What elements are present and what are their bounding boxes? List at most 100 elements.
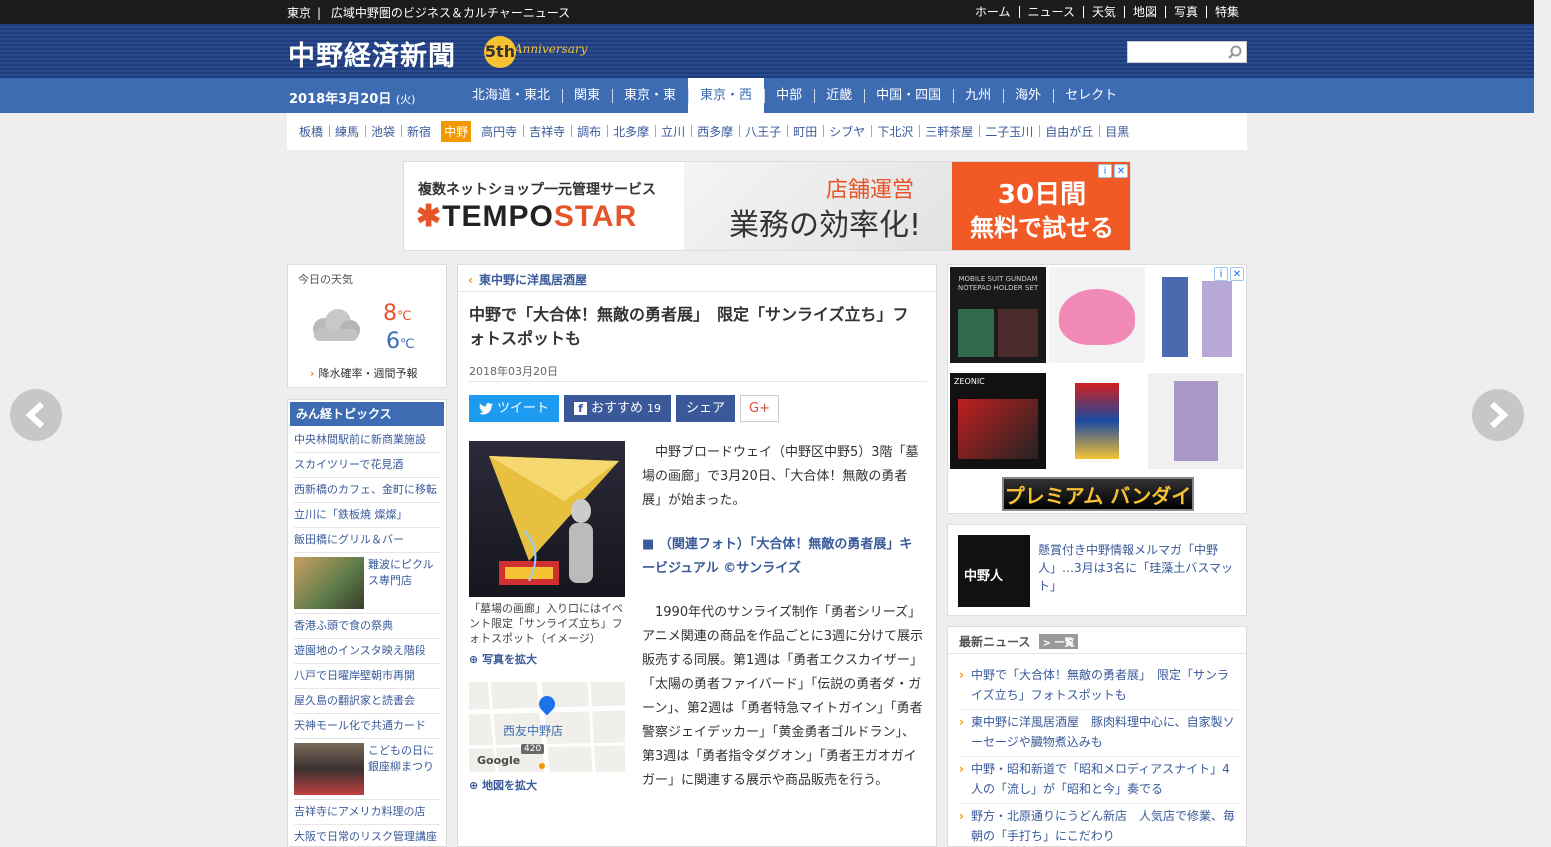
area-link[interactable]: 板橋: [293, 123, 329, 140]
article-map[interactable]: 西友中野店 420 Google: [469, 682, 625, 772]
area-link[interactable]: 町田: [787, 123, 823, 140]
search-input[interactable]: [1128, 42, 1226, 62]
news-item[interactable]: 中野・昭和新道で「昭和メロディアスナイト」4人の「流し」が「昭和と今」奏でる: [959, 757, 1239, 804]
topic-item[interactable]: 香港ふ頭で食の祭典: [294, 614, 440, 639]
region-tab[interactable]: 海外: [1003, 78, 1053, 113]
nav-home[interactable]: ホーム: [967, 6, 1019, 18]
camera-icon: ■: [642, 537, 655, 552]
area-link[interactable]: 八王子: [739, 123, 787, 140]
article-photo[interactable]: [469, 441, 625, 597]
zoom-photo-link[interactable]: ⊕ 写真を拡大: [469, 651, 537, 667]
topic-item[interactable]: 遊園地のインスタ映え階段: [294, 639, 440, 664]
region-tab[interactable]: 北海道・東北: [460, 78, 562, 113]
ad-brand: ✱TEMPOSTAR: [416, 199, 637, 234]
tweet-button[interactable]: ツイート: [469, 395, 560, 422]
adchoices-icon[interactable]: i: [1098, 164, 1112, 178]
news-item[interactable]: 東中野に洋風居酒屋 豚肉料理中心に、自家製ソーセージや臓物煮込みも: [959, 710, 1239, 757]
nav-map[interactable]: 地図: [1123, 6, 1165, 18]
product-image[interactable]: MOBILE SUIT GUNDAM NOTEPAD HOLDER SET: [950, 267, 1046, 363]
nav-news[interactable]: ニュース: [1018, 6, 1083, 18]
search-icon[interactable]: [1228, 45, 1242, 59]
ad-brand-b: STAR: [553, 200, 638, 233]
news-item[interactable]: 中野で「大合体！無敵の勇者展」 限定「サンライズ立ち」フォトスポットも: [959, 663, 1239, 710]
area-link[interactable]: シブヤ: [823, 123, 871, 140]
region-tab[interactable]: 中国・四国: [864, 78, 953, 113]
product-image[interactable]: [1049, 267, 1145, 363]
product-image[interactable]: [1148, 373, 1244, 469]
article-title: 中野で「大合体！無敵の勇者展」 限定「サンライズ立ち」フォトスポットも: [469, 305, 909, 348]
product-image[interactable]: [1049, 373, 1145, 469]
area-link[interactable]: 高円寺: [475, 123, 523, 140]
region-tab-active[interactable]: 東京・西: [688, 78, 765, 113]
nav-photo[interactable]: 写真: [1164, 6, 1206, 18]
region-bar: 2018年3月20日 (火) 北海道・東北 関東 東京・東 東京・西 中部 近畿…: [0, 78, 1534, 113]
top-bar: 東京 | 広域中野圏のビジネス＆カルチャーニュース ホーム ニュース 天気 地図 …: [0, 0, 1534, 24]
topic-item[interactable]: 中央林間駅前に新商業施設: [294, 428, 440, 453]
topic-item[interactable]: 飯田橋にグリル＆バー: [294, 528, 440, 553]
prev-article-link[interactable]: 東中野に洋風居酒屋: [468, 271, 587, 288]
region-tab[interactable]: 東京・東: [612, 78, 688, 113]
area-link[interactable]: 新宿: [401, 123, 437, 140]
prev-article-arrow[interactable]: [10, 389, 62, 441]
news-item[interactable]: 野方・北原通りにうどん新店 人気店で修業、毎朝の「手打ち」にこだわり: [959, 804, 1239, 846]
nav-weather[interactable]: 天気: [1082, 6, 1124, 18]
weather-forecast-link[interactable]: 降水確率・週間予報: [310, 365, 418, 381]
newsletter-text: 懸賞付き中野情報メルマガ「中野人」…3月は3名に「珪藻土バスマット」: [1038, 543, 1233, 593]
region-label: 東京: [287, 5, 312, 20]
topic-item[interactable]: 大阪で日常のリスク管理講座: [294, 825, 440, 846]
area-link[interactable]: 吉祥寺: [523, 123, 571, 140]
area-link[interactable]: 調布: [571, 123, 607, 140]
region-tab[interactable]: 九州: [953, 78, 1003, 113]
product-shape: [1162, 277, 1188, 357]
topics-box: みん経トピックス 中央林間駅前に新商業施設 スカイツリーで花見酒 西新橋のカフェ…: [287, 399, 447, 847]
area-link[interactable]: 池袋: [365, 123, 401, 140]
area-link[interactable]: 練馬: [329, 123, 365, 140]
ad-badge[interactable]: i ✕: [1214, 267, 1244, 282]
date-weekday: (火): [395, 93, 416, 106]
nav-feature[interactable]: 特集: [1205, 6, 1247, 18]
zoom-map-link[interactable]: ⊕ 地図を拡大: [469, 777, 537, 793]
topic-item-with-image[interactable]: 難波にピクルス専門店: [294, 553, 440, 614]
topic-text: こどもの日に銀座柳まつり: [368, 744, 434, 773]
topic-item[interactable]: 立川に「鉄板焼 燦燦」: [294, 503, 440, 528]
topic-item[interactable]: スカイツリーで花見酒: [294, 453, 440, 478]
merch-ad[interactable]: MOBILE SUIT GUNDAM NOTEPAD HOLDER SET ZE…: [947, 264, 1247, 514]
area-link[interactable]: 下北沢: [871, 123, 919, 140]
area-link[interactable]: 目黒: [1099, 123, 1135, 140]
topic-item[interactable]: 八戸で日曜岸壁朝市再開: [294, 664, 440, 689]
region-tab[interactable]: セレクト: [1053, 78, 1129, 113]
area-link[interactable]: 北多摩: [607, 123, 655, 140]
area-link[interactable]: 立川: [655, 123, 691, 140]
site-logo[interactable]: 中野経済新聞: [288, 34, 456, 73]
related-photo-link[interactable]: ■ （関連フォト）「大合体！無敵の勇者展」キービジュアル ©サンライズ: [642, 533, 924, 581]
twitter-icon: [479, 402, 493, 414]
topic-item[interactable]: 天神モール化で共通カード: [294, 714, 440, 739]
close-icon[interactable]: ✕: [1230, 267, 1244, 281]
newsletter-promo[interactable]: 中野人 懸賞付き中野情報メルマガ「中野人」…3月は3名に「珪藻土バスマット」: [947, 524, 1247, 616]
area-link-active[interactable]: 中野: [441, 121, 472, 142]
region-tab[interactable]: 関東: [562, 78, 612, 113]
ad-cta-line1: 30日間: [997, 180, 1087, 210]
region-tab[interactable]: 中部: [764, 78, 814, 113]
ad-badge[interactable]: i ✕: [1098, 164, 1128, 179]
recommend-button[interactable]: f おすすめ 19: [564, 395, 672, 422]
next-article-arrow[interactable]: [1472, 389, 1524, 441]
topic-item[interactable]: 西新橋のカフェ、金町に移転: [294, 478, 440, 503]
area-link[interactable]: 自由が丘: [1039, 123, 1099, 140]
adchoices-icon[interactable]: i: [1214, 267, 1228, 281]
banner-ad[interactable]: 複数ネットショップ一元管理サービス ✱TEMPOSTAR 店舗運営 業務の効率化…: [403, 161, 1131, 251]
product-shape: [1059, 289, 1135, 345]
gplus-button[interactable]: G+: [740, 395, 780, 422]
area-link[interactable]: 二子玉川: [979, 123, 1039, 140]
area-link[interactable]: 西多摩: [691, 123, 739, 140]
region-tab[interactable]: 近畿: [814, 78, 864, 113]
premium-bandai-logo[interactable]: プレミアム バンダイ: [1002, 477, 1194, 511]
product-image[interactable]: ZEONIC: [950, 373, 1046, 469]
area-link[interactable]: 三軒茶屋: [919, 123, 979, 140]
topic-item[interactable]: 屋久島の翻訳家と読書会: [294, 689, 440, 714]
topic-item-with-image[interactable]: こどもの日に銀座柳まつり: [294, 739, 440, 800]
share-button[interactable]: シェア: [676, 395, 736, 422]
close-icon[interactable]: ✕: [1114, 164, 1128, 178]
news-list-link[interactable]: > 一覧: [1038, 634, 1079, 649]
topic-item[interactable]: 吉祥寺にアメリカ料理の店: [294, 800, 440, 825]
